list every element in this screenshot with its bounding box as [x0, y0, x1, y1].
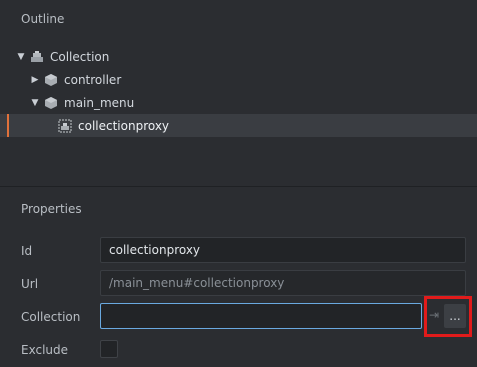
tree-item-label: controller — [64, 72, 122, 87]
expand-arrow-icon[interactable]: ▼ — [16, 52, 26, 62]
browse-button[interactable]: ... — [444, 304, 466, 328]
selection-marker — [7, 114, 9, 137]
collection-label: Collection — [21, 310, 81, 324]
id-field[interactable]: collectionproxy — [100, 237, 466, 263]
outline-title: Outline — [21, 12, 65, 26]
url-field: /main_menu#collectionproxy — [100, 270, 466, 296]
collapse-arrow-icon[interactable]: ▶ — [30, 75, 40, 85]
tree-item-label: Collection — [50, 49, 110, 64]
collection-field[interactable] — [100, 303, 422, 329]
outline-panel: Outline ▼ Collection ▶ controller ▼ main… — [0, 0, 477, 186]
collectionproxy-icon — [58, 119, 72, 132]
tree-item-main-menu[interactable]: ▼ main_menu — [0, 91, 477, 114]
properties-title: Properties — [21, 202, 82, 216]
gameobject-icon — [45, 96, 57, 109]
properties-panel: Properties Id collectionproxy Url /main_… — [0, 187, 477, 367]
url-label: Url — [21, 277, 39, 291]
tree-item-collectionproxy[interactable]: collectionproxy — [0, 114, 477, 137]
tree-item-collection[interactable]: ▼ Collection — [0, 45, 477, 68]
tree-item-label: collectionproxy — [78, 118, 170, 133]
id-label: Id — [21, 244, 33, 258]
gameobject-icon — [45, 73, 57, 86]
collection-icon — [31, 50, 43, 62]
tree-item-label: main_menu — [64, 95, 135, 110]
exclude-checkbox[interactable] — [100, 340, 118, 358]
exclude-label: Exclude — [21, 343, 69, 357]
expand-arrow-icon[interactable]: ▼ — [30, 98, 40, 108]
tree-item-controller[interactable]: ▶ controller — [0, 68, 477, 91]
goto-resource-icon[interactable]: ⇥ — [426, 307, 442, 323]
